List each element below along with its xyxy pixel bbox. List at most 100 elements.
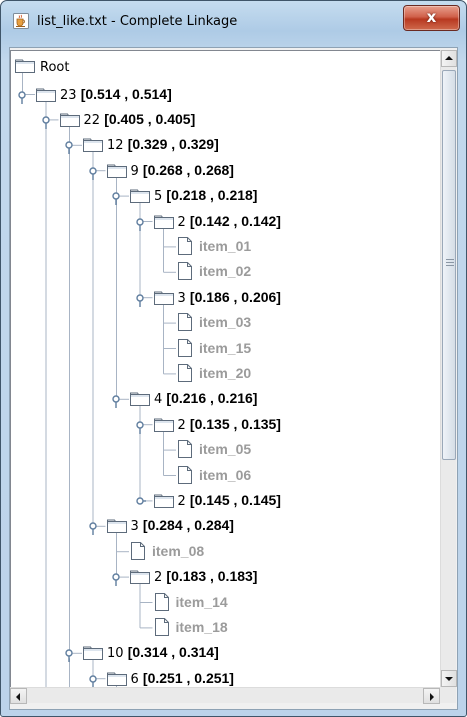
tree-leaf[interactable]: item_18	[134, 615, 394, 641]
expanded-handle-icon[interactable]	[134, 285, 146, 311]
cluster-range: [0.135 , 0.135]	[189, 415, 281, 432]
tree-node[interactable]: 5 [0.218 , 0.218]	[110, 183, 370, 209]
cluster-count: 12	[107, 138, 128, 154]
folder-icon	[83, 138, 103, 153]
tree-view[interactable]: Root 23 [0.514 , 0.514] 22 [0.405 , 0.405…	[10, 50, 441, 688]
expanded-handle-icon[interactable]	[87, 666, 99, 688]
cluster-range: [0.268 , 0.268]	[142, 161, 234, 178]
tree-node-label: 12 [0.329 , 0.329]	[107, 135, 219, 155]
cluster-count: 3	[130, 519, 143, 535]
tree-leaf-label: item_14	[175, 593, 228, 610]
tree-node[interactable]: 23 [0.514 , 0.514]	[16, 82, 276, 108]
horizontal-scrollbar[interactable]	[10, 687, 440, 704]
tree-root-label: Root	[40, 60, 70, 75]
tree-node-label: 2 [0.145 , 0.145]	[178, 491, 281, 511]
tree-node[interactable]: 2 [0.183 , 0.183]	[110, 564, 370, 590]
tree-node[interactable]: 3 [0.284 , 0.284]	[87, 513, 347, 539]
tree-node[interactable]: 6 [0.251 , 0.251]	[87, 666, 347, 688]
document-icon	[131, 541, 145, 560]
collapsed-handle-icon[interactable]	[134, 488, 146, 514]
tree-node[interactable]: 9 [0.268 , 0.268]	[87, 158, 347, 184]
expanded-handle-icon[interactable]	[110, 386, 122, 412]
scroll-down-button[interactable]	[441, 670, 457, 687]
cluster-count: 23	[60, 87, 81, 103]
tree-root-node[interactable]: Root	[15, 56, 215, 82]
arrow-down-icon	[445, 677, 453, 681]
close-button[interactable]: x	[403, 5, 460, 31]
expanded-handle-icon[interactable]	[63, 640, 75, 666]
cluster-count: 2	[177, 417, 190, 433]
folder-icon	[106, 519, 127, 534]
expanded-handle-icon[interactable]	[87, 513, 99, 539]
tree-leaf[interactable]: item_15	[157, 336, 417, 362]
tree-node-label: 3 [0.186 , 0.206]	[178, 288, 281, 308]
folder-icon	[59, 113, 80, 127]
folder-icon	[130, 392, 150, 407]
document-icon	[154, 592, 169, 611]
tree-leaf[interactable]: item_01	[157, 234, 417, 260]
document-icon	[178, 313, 192, 332]
tree-leaf[interactable]: item_20	[157, 361, 417, 387]
arrow-right-icon	[430, 693, 434, 701]
tree-leaf[interactable]: item_08	[110, 539, 370, 565]
document-icon	[154, 617, 169, 636]
tree-node[interactable]: 12 [0.329 , 0.329]	[63, 132, 323, 158]
folder-icon	[83, 646, 103, 661]
cluster-count: 9	[130, 163, 143, 179]
cluster-count: 3	[177, 290, 190, 306]
tree-leaf[interactable]: item_06	[157, 463, 417, 489]
scroll-right-button[interactable]	[423, 688, 440, 704]
tree-node[interactable]: 22 [0.405 , 0.405]	[40, 107, 300, 133]
tree-leaf[interactable]: item_14	[134, 590, 394, 616]
title-bar[interactable]: list_like.txt - Complete Linkage x	[1, 1, 466, 47]
vertical-scroll-thumb[interactable]	[442, 70, 456, 460]
document-icon	[178, 440, 192, 459]
arrow-left-icon	[16, 693, 20, 701]
tree-node[interactable]: 3 [0.186 , 0.206]	[134, 285, 394, 311]
tree-node[interactable]: 2 [0.145 , 0.145]	[134, 488, 394, 514]
cluster-range: [0.142 , 0.142]	[189, 212, 281, 229]
cluster-count: 2	[177, 214, 190, 230]
scroll-up-button[interactable]	[441, 50, 457, 67]
tree-node[interactable]: 4 [0.216 , 0.216]	[110, 386, 370, 412]
tree-node[interactable]: 2 [0.142 , 0.142]	[134, 209, 394, 235]
expanded-handle-icon[interactable]	[134, 209, 146, 235]
tree-node-label: 22 [0.405 , 0.405]	[84, 110, 196, 130]
expanded-handle-icon[interactable]	[134, 412, 146, 438]
expanded-handle-icon[interactable]	[110, 564, 122, 590]
folder-icon	[130, 189, 150, 204]
vertical-scrollbar[interactable]	[440, 50, 457, 687]
tree-leaf-label: item_01	[199, 237, 252, 254]
tree-node-label: 10 [0.314 , 0.314]	[107, 643, 219, 663]
cluster-range: [0.183 , 0.183]	[166, 568, 258, 585]
tree-leaf[interactable]: item_02	[157, 259, 417, 285]
cluster-count: 6	[130, 671, 143, 687]
tree-node-label: 6 [0.251 , 0.251]	[131, 669, 234, 688]
tree-leaf-label: item_18	[175, 618, 228, 635]
cluster-count: 2	[177, 493, 190, 509]
tree-leaf-label: item_20	[199, 364, 252, 381]
document-icon	[178, 262, 192, 281]
cluster-range: [0.284 , 0.284]	[142, 517, 234, 534]
expanded-handle-icon[interactable]	[87, 158, 99, 184]
java-cup-icon	[13, 13, 29, 29]
tree-node-label: 2 [0.142 , 0.142]	[178, 212, 281, 232]
tree-node-label: 5 [0.218 , 0.218]	[154, 186, 257, 206]
tree-leaf[interactable]: item_05	[157, 437, 417, 463]
tree-leaf[interactable]: item_03	[157, 310, 417, 336]
expanded-handle-icon[interactable]	[40, 107, 52, 133]
cluster-range: [0.251 , 0.251]	[142, 669, 234, 686]
tree-node[interactable]: 2 [0.135 , 0.135]	[134, 412, 394, 438]
close-icon: x	[426, 8, 437, 26]
tree-node[interactable]: 10 [0.314 , 0.314]	[63, 640, 323, 666]
cluster-range: [0.314 , 0.314]	[127, 644, 219, 661]
tree-leaf-label: item_15	[199, 339, 252, 356]
cluster-count: 5	[154, 189, 167, 205]
scroll-left-button[interactable]	[10, 688, 27, 704]
cluster-range: [0.216 , 0.216]	[166, 390, 258, 407]
expanded-handle-icon[interactable]	[110, 183, 122, 209]
cluster-range: [0.514 , 0.514]	[80, 85, 172, 102]
expanded-handle-icon[interactable]	[16, 82, 28, 108]
tree-node-label: 3 [0.284 , 0.284]	[131, 516, 234, 536]
expanded-handle-icon[interactable]	[63, 132, 75, 158]
